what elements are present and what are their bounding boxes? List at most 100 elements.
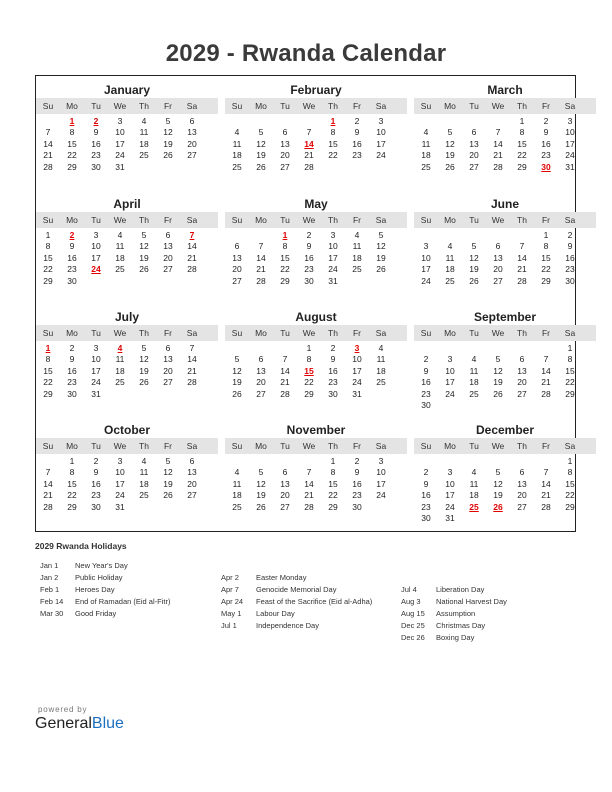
day-cell[interactable]: 17	[108, 139, 132, 150]
day-cell[interactable]: 17	[414, 264, 438, 275]
day-cell[interactable]: 4	[225, 127, 249, 138]
day-cell[interactable]: 19	[438, 150, 462, 161]
day-cell[interactable]: 2	[321, 343, 345, 354]
day-cell[interactable]: 11	[369, 354, 393, 365]
day-cell[interactable]: 18	[345, 253, 369, 264]
day-cell[interactable]: 7	[273, 354, 297, 365]
day-cell[interactable]: 14	[510, 253, 534, 264]
day-cell[interactable]: 16	[534, 139, 558, 150]
day-cell[interactable]: 23	[321, 377, 345, 388]
day-cell[interactable]: 12	[132, 354, 156, 365]
day-cell[interactable]: 23	[84, 490, 108, 501]
day-cell[interactable]: 17	[84, 253, 108, 264]
day-cell[interactable]: 16	[558, 253, 582, 264]
day-cell[interactable]: 29	[60, 162, 84, 173]
day-cell[interactable]: 8	[273, 241, 297, 252]
day-cell[interactable]: 27	[486, 276, 510, 287]
day-cell[interactable]: 18	[438, 264, 462, 275]
day-cell[interactable]: 13	[180, 467, 204, 478]
day-cell[interactable]: 19	[156, 139, 180, 150]
day-cell[interactable]: 25	[369, 377, 393, 388]
day-cell[interactable]: 16	[84, 479, 108, 490]
day-cell[interactable]: 20	[273, 490, 297, 501]
day-cell[interactable]: 15	[60, 479, 84, 490]
day-cell[interactable]: 3	[438, 467, 462, 478]
day-cell[interactable]: 1	[60, 456, 84, 467]
day-cell[interactable]: 6	[156, 230, 180, 241]
day-cell[interactable]: 26	[486, 389, 510, 400]
day-cell[interactable]: 5	[156, 456, 180, 467]
day-cell[interactable]: 6	[273, 127, 297, 138]
day-cell[interactable]: 22	[558, 377, 582, 388]
day-cell[interactable]: 18	[414, 150, 438, 161]
day-cell[interactable]: 9	[84, 127, 108, 138]
day-cell[interactable]: 15	[36, 366, 60, 377]
holiday-day-cell[interactable]: 2	[84, 116, 108, 127]
day-cell[interactable]: 24	[438, 502, 462, 513]
day-cell[interactable]: 5	[486, 467, 510, 478]
day-cell[interactable]: 8	[558, 354, 582, 365]
day-cell[interactable]: 1	[534, 230, 558, 241]
day-cell[interactable]: 12	[369, 241, 393, 252]
day-cell[interactable]: 1	[297, 343, 321, 354]
day-cell[interactable]: 23	[414, 502, 438, 513]
day-cell[interactable]: 2	[345, 116, 369, 127]
day-cell[interactable]: 30	[414, 400, 438, 411]
day-cell[interactable]: 28	[36, 502, 60, 513]
day-cell[interactable]: 4	[462, 354, 486, 365]
day-cell[interactable]: 23	[558, 264, 582, 275]
day-cell[interactable]: 4	[225, 467, 249, 478]
day-cell[interactable]: 21	[534, 490, 558, 501]
day-cell[interactable]: 22	[321, 490, 345, 501]
day-cell[interactable]: 14	[180, 241, 204, 252]
day-cell[interactable]: 20	[156, 366, 180, 377]
day-cell[interactable]: 30	[84, 162, 108, 173]
day-cell[interactable]: 7	[180, 343, 204, 354]
day-cell[interactable]: 4	[132, 456, 156, 467]
day-cell[interactable]: 26	[249, 502, 273, 513]
day-cell[interactable]: 28	[486, 162, 510, 173]
day-cell[interactable]: 19	[156, 479, 180, 490]
day-cell[interactable]: 21	[297, 490, 321, 501]
day-cell[interactable]: 14	[249, 253, 273, 264]
day-cell[interactable]: 25	[414, 162, 438, 173]
day-cell[interactable]: 9	[345, 127, 369, 138]
day-cell[interactable]: 5	[132, 343, 156, 354]
day-cell[interactable]: 28	[534, 389, 558, 400]
day-cell[interactable]: 5	[249, 467, 273, 478]
day-cell[interactable]: 17	[369, 479, 393, 490]
day-cell[interactable]: 18	[132, 479, 156, 490]
day-cell[interactable]: 11	[345, 241, 369, 252]
day-cell[interactable]: 29	[558, 389, 582, 400]
day-cell[interactable]: 26	[249, 162, 273, 173]
day-cell[interactable]: 15	[321, 139, 345, 150]
day-cell[interactable]: 29	[297, 389, 321, 400]
day-cell[interactable]: 28	[510, 276, 534, 287]
day-cell[interactable]: 16	[414, 377, 438, 388]
day-cell[interactable]: 19	[225, 377, 249, 388]
day-cell[interactable]: 3	[414, 241, 438, 252]
day-cell[interactable]: 29	[534, 276, 558, 287]
day-cell[interactable]: 8	[321, 127, 345, 138]
day-cell[interactable]: 10	[84, 241, 108, 252]
day-cell[interactable]: 19	[132, 366, 156, 377]
day-cell[interactable]: 14	[273, 366, 297, 377]
day-cell[interactable]: 5	[156, 116, 180, 127]
day-cell[interactable]: 6	[249, 354, 273, 365]
day-cell[interactable]: 9	[414, 366, 438, 377]
day-cell[interactable]: 6	[462, 127, 486, 138]
day-cell[interactable]: 11	[438, 253, 462, 264]
day-cell[interactable]: 6	[180, 456, 204, 467]
day-cell[interactable]: 10	[108, 127, 132, 138]
day-cell[interactable]: 7	[534, 467, 558, 478]
day-cell[interactable]: 2	[345, 456, 369, 467]
day-cell[interactable]: 8	[60, 127, 84, 138]
day-cell[interactable]: 20	[510, 377, 534, 388]
day-cell[interactable]: 12	[132, 241, 156, 252]
day-cell[interactable]: 16	[60, 366, 84, 377]
day-cell[interactable]: 18	[225, 150, 249, 161]
day-cell[interactable]: 3	[108, 116, 132, 127]
day-cell[interactable]: 19	[369, 253, 393, 264]
day-cell[interactable]: 17	[108, 479, 132, 490]
day-cell[interactable]: 1	[510, 116, 534, 127]
